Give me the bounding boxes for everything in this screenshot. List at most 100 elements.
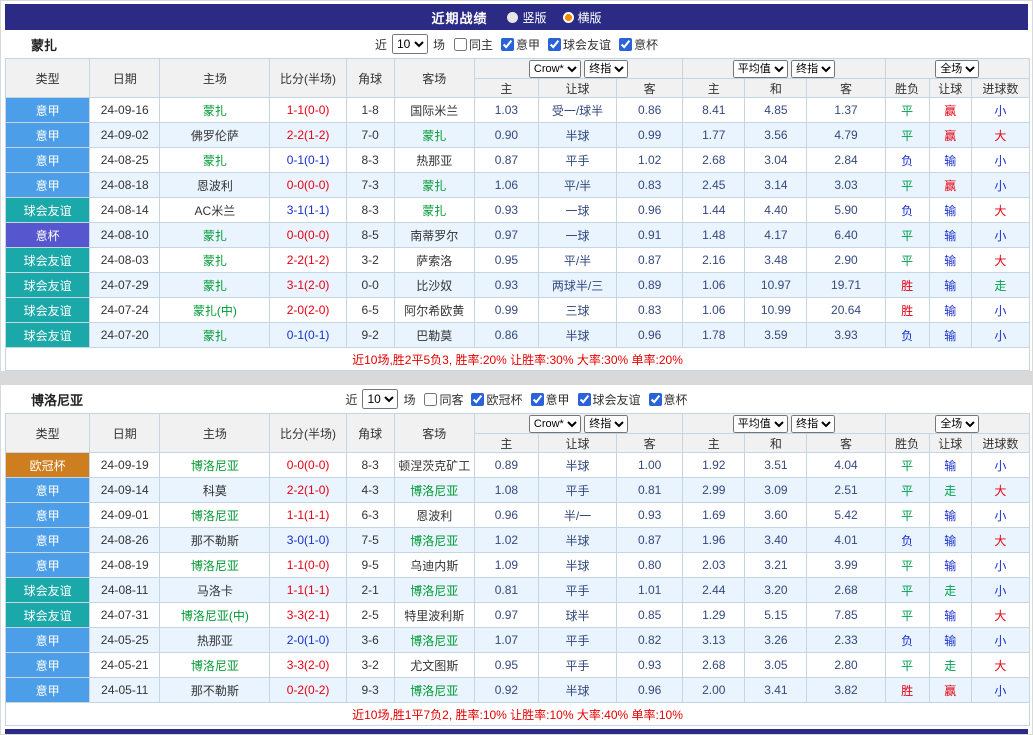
filter-checkbox[interactable] — [548, 37, 562, 51]
away-team[interactable]: 比沙奴 — [393, 272, 475, 298]
away-team[interactable]: 恩波利 — [393, 502, 475, 528]
league-filter-1[interactable]: 意甲 — [501, 36, 540, 53]
filter-checkbox[interactable] — [424, 392, 438, 406]
league-filter-2[interactable]: 球会友谊 — [548, 36, 611, 53]
home-team[interactable]: 博洛尼亚 — [159, 502, 271, 528]
result-handicap: 输 — [928, 147, 972, 173]
league-filter-0[interactable]: 同客 — [424, 391, 463, 408]
away-team[interactable]: 国际米兰 — [393, 97, 475, 123]
result-goals: 小 — [970, 147, 1031, 173]
col-score: 比分(半场) — [269, 413, 347, 453]
away-team[interactable]: 萨索洛 — [393, 247, 475, 273]
away-team[interactable]: 热那亚 — [393, 147, 475, 173]
home-team[interactable]: 佛罗伦萨 — [159, 122, 271, 148]
match-date: 24-09-19 — [89, 452, 161, 478]
away-team[interactable]: 尤文图斯 — [393, 652, 475, 678]
avg-stage-select[interactable]: 终指 — [791, 59, 836, 78]
home-team[interactable]: 蒙扎 — [159, 272, 271, 298]
filter-checkbox[interactable] — [577, 392, 591, 406]
home-team[interactable]: 恩波利 — [159, 172, 271, 198]
avg-draw-odds: 3.20 — [744, 577, 808, 603]
recent-count-select[interactable]: 10 — [391, 34, 428, 54]
home-team[interactable]: 科莫 — [159, 477, 271, 503]
filter-checkbox[interactable] — [501, 37, 514, 51]
away-team[interactable]: 博洛尼亚 — [393, 627, 475, 653]
filter-label: 球会友谊 — [563, 37, 612, 52]
avg-draw-odds: 3.56 — [744, 122, 808, 148]
col-avg-away: 客 — [806, 78, 886, 98]
home-team[interactable]: 热那亚 — [159, 627, 271, 653]
filter-checkbox[interactable] — [619, 37, 633, 51]
home-team[interactable]: 蒙扎 — [159, 97, 271, 123]
away-team[interactable]: 南蒂罗尔 — [393, 222, 475, 248]
league-filter-3[interactable]: 意杯 — [619, 36, 658, 53]
home-team[interactable]: 马洛卡 — [159, 577, 271, 603]
score: 3-1(2-0) — [269, 272, 347, 298]
away-team[interactable]: 巴勒莫 — [393, 322, 475, 348]
home-team[interactable]: 博洛尼亚 — [159, 652, 271, 678]
away-team[interactable]: 博洛尼亚 — [393, 477, 475, 503]
handicap-away-odds: 0.93 — [616, 502, 684, 528]
league-filter-0[interactable]: 同主 — [453, 36, 493, 53]
odds-stage-select[interactable]: 终指 — [584, 59, 629, 78]
filter-checkbox[interactable] — [471, 392, 485, 406]
corner-score: 8-5 — [345, 222, 395, 248]
corner-score: 7-3 — [345, 172, 395, 198]
league-filter-1[interactable]: 欧冠杯 — [471, 391, 523, 408]
avg-away-odds: 1.37 — [806, 97, 886, 123]
away-team[interactable]: 蒙扎 — [393, 172, 475, 198]
result-outcome: 平 — [884, 452, 930, 478]
league-filter-3[interactable]: 球会友谊 — [577, 391, 641, 408]
avg-away-odds: 3.99 — [806, 552, 886, 578]
match-row: 球会友谊 24-08-11 马洛卡 1-1(1-1) 2-1 博洛尼亚 0.81 平手 1.01… — [4, 577, 1031, 603]
recent-count-select[interactable]: 10 — [362, 389, 399, 409]
col-avg-draw: 和 — [744, 433, 808, 453]
league-filter-4[interactable]: 意杯 — [648, 391, 688, 408]
away-team[interactable]: 顿涅茨克矿工 — [393, 452, 475, 478]
home-team[interactable]: 蒙扎 — [159, 247, 271, 273]
home-team[interactable]: 那不勒斯 — [159, 527, 271, 553]
layout-radio-vertical[interactable]: 竖版 — [507, 9, 547, 26]
match-scope-select[interactable]: 全场 — [935, 59, 980, 78]
col-result-goals: 进球数 — [970, 433, 1031, 453]
layout-radio-horizontal[interactable]: 横版 — [562, 9, 602, 26]
away-team[interactable]: 特里波利斯 — [393, 602, 475, 628]
away-team[interactable]: 博洛尼亚 — [393, 527, 475, 553]
avg-stage-select[interactable]: 终指 — [791, 414, 836, 433]
home-team[interactable]: 博洛尼亚 — [159, 452, 271, 478]
home-team[interactable]: AC米兰 — [159, 197, 271, 223]
corner-score: 4-3 — [345, 477, 395, 503]
score: 3-1(1-1) — [269, 197, 347, 223]
result-handicap: 赢 — [928, 97, 972, 123]
filter-checkbox[interactable] — [648, 392, 662, 406]
odds-provider-select[interactable]: Crow* — [528, 59, 581, 78]
result-outcome: 负 — [884, 627, 930, 653]
avg-odds-select[interactable]: 平均值 — [732, 59, 788, 78]
match-date: 24-08-11 — [89, 577, 161, 603]
home-team[interactable]: 蒙扎(中) — [159, 297, 271, 323]
home-team[interactable]: 蒙扎 — [159, 147, 271, 173]
score: 0-1(0-1) — [269, 147, 347, 173]
avg-away-odds: 7.85 — [806, 602, 886, 628]
away-team[interactable]: 乌迪内斯 — [393, 552, 475, 578]
away-team[interactable]: 博洛尼亚 — [393, 677, 475, 703]
away-team[interactable]: 蒙扎 — [393, 197, 475, 223]
home-team[interactable]: 博洛尼亚 — [159, 552, 271, 578]
avg-draw-odds: 4.85 — [744, 97, 808, 123]
home-team[interactable]: 博洛尼亚(中) — [159, 602, 271, 628]
away-team[interactable]: 蒙扎 — [393, 122, 475, 148]
away-team[interactable]: 阿尔希欧黄 — [393, 297, 475, 323]
home-team[interactable]: 蒙扎 — [159, 222, 271, 248]
away-team[interactable]: 博洛尼亚 — [393, 577, 475, 603]
filter-checkbox[interactable] — [453, 37, 467, 51]
home-team[interactable]: 蒙扎 — [159, 322, 271, 348]
col-handicap-home: 主 — [473, 433, 539, 453]
odds-provider-select[interactable]: Crow* — [528, 414, 581, 433]
avg-odds-select[interactable]: 平均值 — [732, 414, 788, 433]
result-goals: 小 — [970, 577, 1031, 603]
filter-checkbox[interactable] — [530, 392, 544, 406]
league-filter-2[interactable]: 意甲 — [530, 391, 570, 408]
match-scope-select[interactable]: 全场 — [935, 414, 980, 433]
home-team[interactable]: 那不勒斯 — [159, 677, 271, 703]
odds-stage-select[interactable]: 终指 — [584, 414, 629, 433]
